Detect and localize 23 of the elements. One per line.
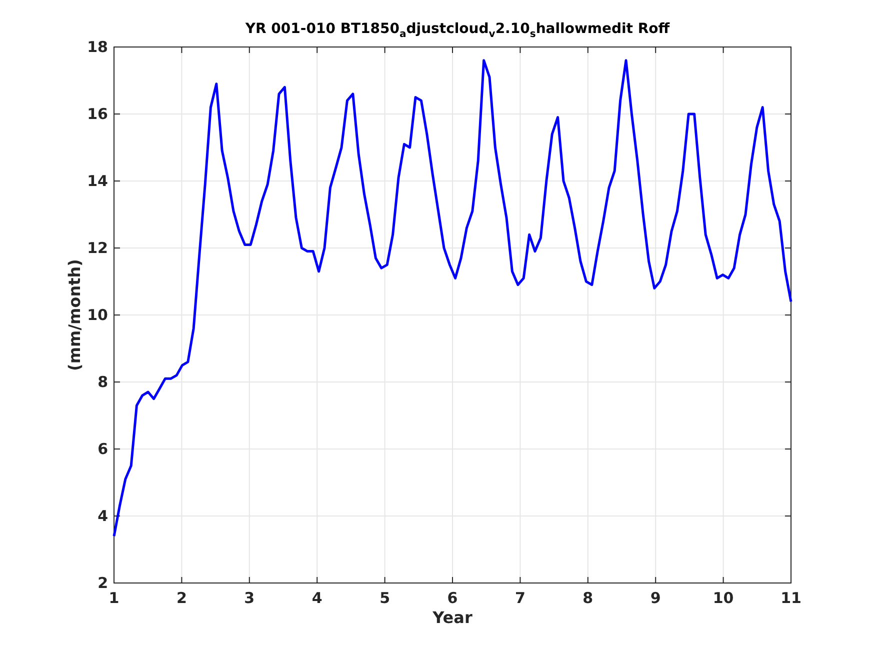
tick-label: 4 <box>312 589 322 607</box>
tick-label: 11 <box>780 589 802 607</box>
tick-label: 8 <box>98 373 108 391</box>
tick-label: 12 <box>87 239 108 257</box>
tick-label: 8 <box>582 589 594 607</box>
tick-label: 6 <box>447 589 458 607</box>
tick-label: 7 <box>514 589 526 607</box>
tick-label: 10 <box>712 589 734 607</box>
tick-label: 2 <box>98 574 108 592</box>
tick-label: 5 <box>380 589 390 607</box>
tick-label: 18 <box>87 40 108 56</box>
tick-label: 3 <box>244 589 255 607</box>
tick-label: 1 <box>108 589 120 607</box>
tick-label: 10 <box>87 306 108 324</box>
axis-label: (mm/month) <box>65 259 84 371</box>
tick-label: 4 <box>98 507 108 525</box>
tick-label: 16 <box>87 105 108 123</box>
tick-label: 9 <box>650 589 661 607</box>
axis-label: Year <box>432 608 472 627</box>
tick-label: 2 <box>176 589 187 607</box>
tick-label: 14 <box>87 172 108 190</box>
chart-title: YR 001-010 BT1850$_{a}$djustcloud$_{v}$2.10$_{s}$hallowmedit Roff <box>244 20 671 40</box>
tick-label: 6 <box>98 440 108 458</box>
